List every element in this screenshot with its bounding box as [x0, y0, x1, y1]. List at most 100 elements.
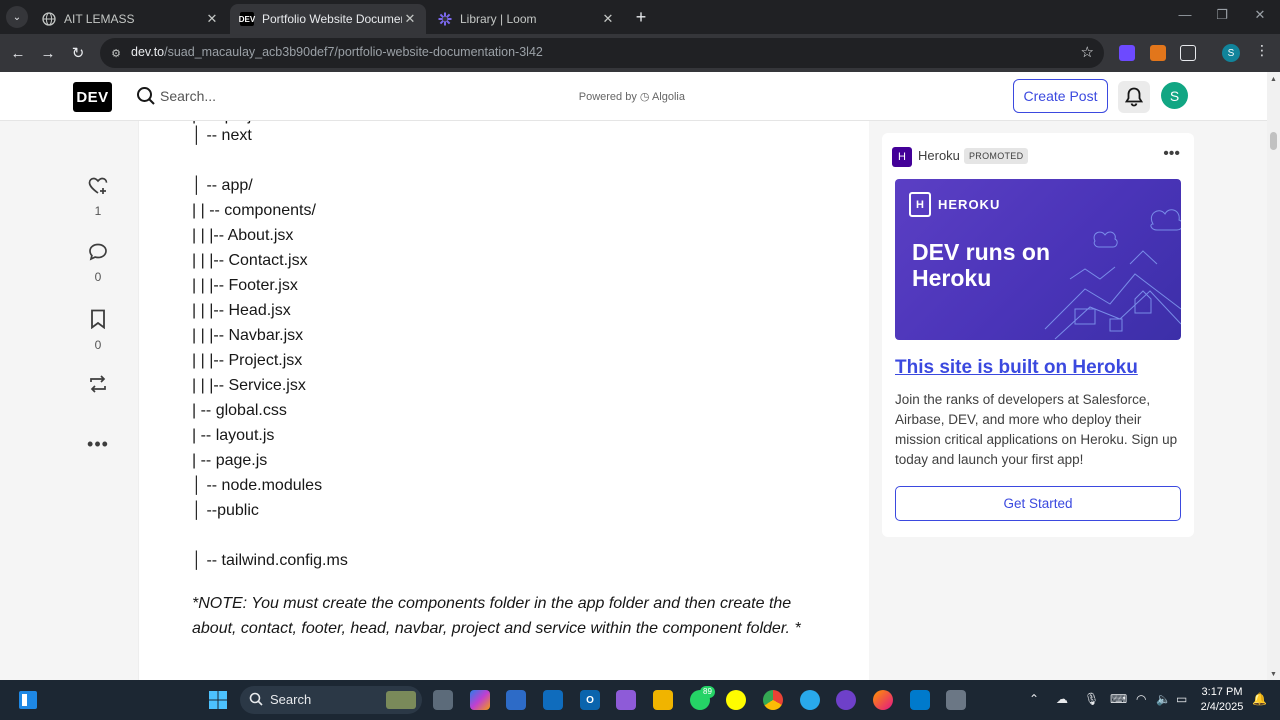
like-button[interactable]: 1 — [78, 177, 118, 218]
metamask-extension-icon[interactable] — [1150, 45, 1166, 61]
app-icon[interactable] — [946, 690, 966, 710]
sponsor-name[interactable]: Heroku — [918, 148, 960, 163]
file-explorer-icon[interactable] — [653, 690, 673, 710]
extensions-puzzle-icon[interactable] — [1180, 45, 1196, 61]
minimize-icon[interactable]: — — [1175, 7, 1195, 22]
windows-taskbar: Search O 89 ⌃ ☁ 🎙 ⌨ ◠ 🔈 ▭ 3:17 PM 2/4/20… — [0, 680, 1280, 720]
tab-ait-lemass[interactable]: AIT LEMASS ✕ — [32, 4, 228, 34]
tab-search-button[interactable]: ⌄ — [6, 6, 28, 28]
user-avatar[interactable]: S — [1161, 82, 1188, 109]
bookmark-button[interactable]: 0 — [78, 309, 118, 352]
tab-title: Portfolio Website Documentatio — [262, 12, 402, 26]
wifi-icon[interactable]: ◠ — [1136, 692, 1146, 706]
search-input[interactable]: Search... Powered by ◷ Algolia — [128, 80, 693, 112]
close-tab-icon[interactable]: ✕ — [600, 11, 616, 27]
telegram-icon[interactable] — [800, 690, 820, 710]
code-line: | | |-- Service.jsx — [192, 377, 306, 394]
create-post-button[interactable]: Create Post — [1013, 79, 1108, 113]
firefox-icon[interactable] — [873, 690, 893, 710]
microsoft-store-icon[interactable] — [543, 690, 563, 710]
tab-portfolio-documentation[interactable]: DEV Portfolio Website Documentatio ✕ — [230, 4, 426, 34]
more-options-icon[interactable]: ••• — [1163, 145, 1180, 163]
site-info-icon[interactable]: ⚙ — [109, 46, 123, 60]
bookmark-star-icon[interactable]: ☆ — [1081, 43, 1094, 61]
loom-icon — [438, 12, 452, 26]
close-window-icon[interactable]: ✕ — [1250, 7, 1270, 23]
new-tab-button[interactable]: + — [631, 7, 651, 27]
scroll-up-arrow-icon[interactable]: ▲ — [1270, 76, 1277, 83]
url-path: /suad_macaulay_acb3b90def7/portfolio-web… — [164, 45, 543, 59]
close-tab-icon[interactable]: ✕ — [204, 11, 220, 27]
close-tab-icon[interactable]: ✕ — [402, 11, 418, 27]
address-bar[interactable]: ⚙ dev.to/suad_macaulay_acb3b90def7/portf… — [100, 38, 1104, 68]
search-placeholder: Search... — [160, 88, 217, 104]
clock-time: 3:17 PM — [1201, 686, 1243, 698]
share-button[interactable] — [78, 375, 118, 398]
notification-bell-icon[interactable]: 🔔 — [1252, 692, 1267, 706]
algolia-attribution[interactable]: Powered by ◷ Algolia — [579, 90, 685, 103]
bookmark-icon — [90, 309, 106, 333]
search-icon — [249, 692, 263, 709]
browser-tab-strip: ⌄ AIT LEMASS ✕ DEV Portfolio Website Doc… — [0, 0, 1280, 34]
copilot-icon[interactable] — [470, 690, 490, 710]
heart-plus-icon — [88, 177, 108, 199]
article-note: *NOTE: You must create the components fo… — [192, 595, 801, 637]
reload-button[interactable]: ↻ — [68, 43, 88, 63]
calculator-icon[interactable] — [506, 690, 526, 710]
system-clock[interactable]: 3:17 PM 2/4/2025 — [1196, 685, 1248, 715]
dev-header: DEV Search... Powered by ◷ Algolia Creat… — [0, 72, 1267, 121]
heroku-banner-image[interactable]: H HEROKU DEV runs on Heroku — [895, 179, 1181, 340]
keyboard-icon[interactable]: ⌨ — [1110, 692, 1127, 706]
tab-loom-library[interactable]: Library | Loom ✕ — [428, 4, 624, 34]
browser-menu-icon[interactable]: ⋮ — [1255, 42, 1269, 59]
dev-logo[interactable]: DEV — [73, 82, 112, 112]
code-line: | | -- components/ — [192, 202, 316, 219]
page-body: 1 0 0 ••• | -- projects/ │ -- next │ -- … — [0, 121, 1267, 680]
sponsor-description: Join the ranks of developers at Salesfor… — [895, 392, 1178, 467]
get-started-button[interactable]: Get Started — [895, 486, 1181, 521]
code-line: | | |-- Project.jsx — [192, 352, 303, 369]
code-line: │ --public — [192, 502, 259, 519]
back-button[interactable]: ← — [8, 43, 28, 63]
like-count: 1 — [94, 204, 102, 218]
sponsor-title-link[interactable]: This site is built on Heroku — [895, 357, 1138, 379]
show-hidden-icons-chevron-icon[interactable]: ⌃ — [1029, 692, 1039, 706]
extension-icon[interactable] — [1119, 45, 1135, 61]
outlook-icon[interactable]: O — [580, 690, 600, 710]
windows-start-icon[interactable] — [208, 690, 228, 710]
algolia-icon: ◷ — [639, 91, 650, 103]
code-line: | -- global.css — [192, 402, 287, 419]
code-line: │ -- next — [192, 127, 252, 144]
taskbar-search-label: Search — [270, 692, 312, 707]
code-line-cut-off: | -- projects/ — [192, 121, 285, 125]
tab-title: Library | Loom — [460, 12, 537, 26]
battery-icon[interactable]: ▭ — [1176, 692, 1187, 706]
search-highlight-icon — [386, 691, 416, 709]
taskbar-search[interactable]: Search — [240, 686, 422, 714]
volume-icon[interactable]: 🔈 — [1156, 692, 1171, 706]
notifications-bell-icon[interactable] — [1118, 81, 1150, 113]
comment-button[interactable]: 0 — [78, 243, 118, 284]
microphone-icon[interactable]: 🎙 — [1084, 692, 1099, 706]
clock-date: 2/4/2025 — [1200, 701, 1244, 713]
scrollbar-thumb[interactable] — [1270, 132, 1277, 150]
github-desktop-icon[interactable] — [836, 690, 856, 710]
maximize-icon[interactable]: ❐ — [1212, 7, 1232, 23]
article-body: | -- projects/ │ -- next │ -- app/ | | -… — [138, 121, 869, 680]
code-line: │ -- app/ — [192, 177, 253, 194]
onedrive-cloud-icon[interactable]: ☁ — [1056, 692, 1068, 706]
widgets-icon[interactable] — [18, 690, 38, 710]
vscode-icon[interactable] — [910, 690, 930, 710]
url-host: dev.to — [131, 45, 165, 59]
scroll-down-arrow-icon[interactable]: ▼ — [1270, 671, 1277, 678]
browser-profile-avatar[interactable]: S — [1222, 44, 1240, 62]
search-icon — [136, 86, 156, 111]
code-line: | | |-- Contact.jsx — [192, 252, 308, 269]
page-scrollbar[interactable]: ▲ ▼ — [1267, 72, 1280, 680]
snapchat-icon[interactable] — [726, 690, 746, 710]
chrome-icon[interactable] — [763, 690, 783, 710]
forward-button[interactable]: → — [38, 43, 58, 63]
task-view-icon[interactable] — [433, 690, 453, 710]
more-options-icon[interactable]: ••• — [78, 434, 118, 455]
notepad-icon[interactable] — [616, 690, 636, 710]
